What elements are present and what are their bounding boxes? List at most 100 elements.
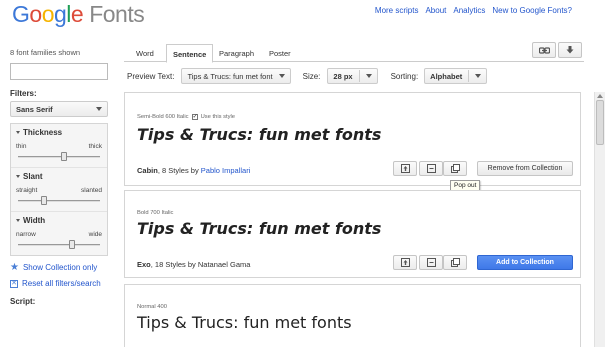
thickness-slider[interactable] bbox=[16, 152, 102, 161]
new-to-google-fonts-link[interactable]: New to Google Fonts? bbox=[492, 6, 572, 15]
review-button[interactable] bbox=[419, 255, 443, 270]
review-icon bbox=[426, 258, 436, 267]
slant-min-label: straight bbox=[16, 187, 38, 194]
google-fonts-logo[interactable]: Google Fonts bbox=[12, 1, 145, 28]
link-button[interactable] bbox=[532, 42, 556, 58]
width-min-label: narrow bbox=[16, 231, 36, 238]
styles-count: , 18 Styles by bbox=[150, 260, 198, 269]
more-scripts-link[interactable]: More scripts bbox=[375, 6, 419, 15]
tab-sentence[interactable]: Sentence bbox=[166, 44, 214, 63]
designer-link[interactable]: Pablo Impallari bbox=[201, 166, 251, 175]
scrollbar[interactable] bbox=[594, 92, 605, 347]
sorting-value: Alphabet bbox=[430, 71, 463, 81]
logo-letter: o bbox=[29, 1, 42, 27]
download-icon bbox=[566, 46, 574, 54]
style-name: Normal 400 bbox=[137, 304, 167, 310]
width-title[interactable]: Width bbox=[16, 216, 102, 225]
style-label: Semi-Bold 600 Italic ✓ Use this style bbox=[137, 114, 235, 120]
script-label: Script: bbox=[10, 297, 36, 306]
review-button[interactable] bbox=[419, 161, 443, 176]
chevron-down-icon bbox=[96, 107, 102, 111]
width-slider-handle[interactable] bbox=[68, 240, 75, 249]
font-family-name: Exo bbox=[137, 260, 151, 269]
remove-from-collection-button[interactable]: Remove from Collection bbox=[477, 161, 573, 176]
analytics-link[interactable]: Analytics bbox=[453, 6, 485, 15]
header: Google Fonts More scripts About Analytics… bbox=[0, 0, 608, 30]
slant-slider-handle[interactable] bbox=[40, 196, 47, 205]
thickness-slider-handle[interactable] bbox=[60, 152, 67, 161]
size-label: Size: bbox=[302, 71, 321, 81]
logo-letter: e bbox=[70, 1, 84, 27]
font-card-cabin: Semi-Bold 600 Italic ✓ Use this style Ti… bbox=[124, 92, 581, 186]
thickness-title[interactable]: Thickness bbox=[16, 128, 102, 137]
use-style-checkbox[interactable]: ✓ bbox=[191, 114, 198, 120]
search-input[interactable] bbox=[10, 63, 108, 80]
top-links: More scripts About Analytics New to Goog… bbox=[375, 6, 572, 15]
tab-word[interactable]: Word bbox=[130, 46, 160, 61]
styles-count: , 8 Styles by bbox=[157, 166, 201, 175]
slant-slider[interactable] bbox=[16, 196, 102, 205]
chevron-down-icon bbox=[278, 74, 285, 78]
style-label: Bold 700 Italic bbox=[137, 210, 173, 216]
designer-name[interactable]: Natanael Gama bbox=[198, 260, 251, 269]
pop-out-icon bbox=[450, 164, 460, 173]
add-to-collection-button[interactable]: Add to Collection bbox=[477, 255, 573, 270]
logo-letter: o bbox=[41, 1, 55, 27]
scrollbar-thumb[interactable] bbox=[596, 100, 604, 145]
link-icon bbox=[538, 46, 550, 54]
filter-panel: Thickness thin thick Slant straight slante… bbox=[10, 123, 108, 256]
width-max-label: wide bbox=[88, 231, 102, 238]
font-count: 8 font families shown bbox=[10, 48, 81, 57]
slant-title[interactable]: Slant bbox=[16, 172, 102, 181]
preview-text-value: Tips & Trucs: fun met font bbox=[187, 71, 273, 81]
preview-text-select[interactable]: Tips & Trucs: fun met font bbox=[181, 68, 291, 84]
logo-letter: g bbox=[53, 1, 67, 27]
tab-paragraph[interactable]: Paragraph bbox=[213, 46, 260, 61]
quick-use-button[interactable] bbox=[393, 255, 417, 270]
pop-out-button[interactable] bbox=[443, 161, 467, 176]
chevron-down-icon bbox=[365, 74, 372, 78]
slant-max-label: slanted bbox=[81, 187, 102, 194]
reset-label: Reset all filters/search bbox=[22, 279, 101, 288]
style-name: Bold 700 Italic bbox=[137, 210, 174, 216]
font-meta: Exo, 18 Styles by Natanael Gama bbox=[137, 260, 250, 269]
font-preview-text: Tips & Trucs: fun met fonts bbox=[137, 125, 382, 144]
tab-poster[interactable]: Poster bbox=[263, 46, 297, 61]
reset-icon: ✕ bbox=[10, 279, 18, 288]
font-family-name: Cabin bbox=[137, 166, 158, 175]
thickness-filter: Thickness thin thick bbox=[11, 124, 107, 168]
width-slider[interactable] bbox=[16, 240, 102, 249]
pop-out-icon bbox=[450, 258, 460, 267]
pop-out-button[interactable] bbox=[443, 255, 467, 270]
width-filter: Width narrow wide bbox=[11, 212, 107, 255]
collapse-icon bbox=[16, 175, 20, 178]
reset-filters-link[interactable]: ✕ Reset all filters/search bbox=[10, 279, 110, 288]
sorting-label: Sorting: bbox=[390, 71, 419, 81]
collapse-icon bbox=[16, 219, 20, 222]
category-select[interactable]: Sans Serif bbox=[10, 101, 108, 117]
category-value: Sans Serif bbox=[16, 104, 53, 114]
about-link[interactable]: About bbox=[425, 6, 446, 15]
show-collection-link[interactable]: ★ Show Collection only bbox=[10, 262, 110, 272]
thickness-max-label: thick bbox=[88, 143, 102, 150]
download-button[interactable] bbox=[558, 42, 582, 58]
font-meta: Cabin, 8 Styles by Pablo Impallari bbox=[137, 166, 250, 175]
font-card-exo: Bold 700 Italic Tips & Trucs: fun met fo… bbox=[124, 190, 581, 278]
quick-use-icon bbox=[400, 164, 410, 173]
font-preview-text: Tips & Trucs: fun met fonts bbox=[137, 313, 352, 332]
filters-label: Filters: bbox=[10, 89, 37, 98]
quick-use-button[interactable] bbox=[393, 161, 417, 176]
chevron-down-icon bbox=[475, 74, 482, 78]
size-select[interactable]: 28 px bbox=[327, 68, 378, 84]
scroll-up-icon[interactable] bbox=[597, 94, 603, 98]
quick-use-icon bbox=[400, 258, 410, 267]
logo-product: Fonts bbox=[89, 1, 145, 27]
size-value: 28 px bbox=[333, 71, 353, 81]
collapse-icon bbox=[16, 131, 20, 134]
width-label: Width bbox=[23, 216, 46, 225]
preview-toolbar: Preview Text: Tips & Trucs: fun met font… bbox=[127, 67, 488, 85]
sorting-select[interactable]: Alphabet bbox=[424, 68, 488, 84]
style-name: Semi-Bold 600 Italic bbox=[137, 114, 189, 120]
use-style-label: Use this style bbox=[200, 114, 236, 120]
show-collection-label: Show Collection only bbox=[22, 263, 98, 272]
